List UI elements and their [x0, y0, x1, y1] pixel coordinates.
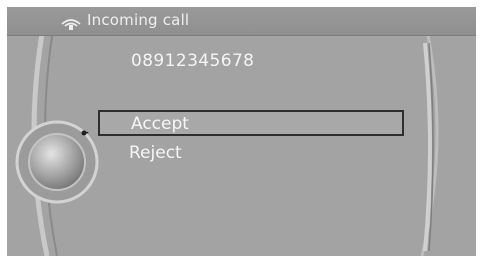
- accept-option[interactable]: Accept: [98, 110, 404, 136]
- caller-number: 08912345678: [131, 51, 255, 71]
- screen-title: Incoming call: [87, 11, 190, 29]
- idrive-screen: Incoming call 08912345678 Accept Reject: [7, 7, 476, 256]
- title-bar: Incoming call: [7, 7, 476, 36]
- reject-option[interactable]: Reject: [98, 141, 404, 167]
- accept-label: Accept: [131, 114, 189, 134]
- reject-label: Reject: [129, 143, 182, 163]
- phone-signal-icon: [61, 19, 81, 30]
- controller-knob-icon: [15, 120, 99, 204]
- scroll-indicator[interactable]: [422, 41, 436, 253]
